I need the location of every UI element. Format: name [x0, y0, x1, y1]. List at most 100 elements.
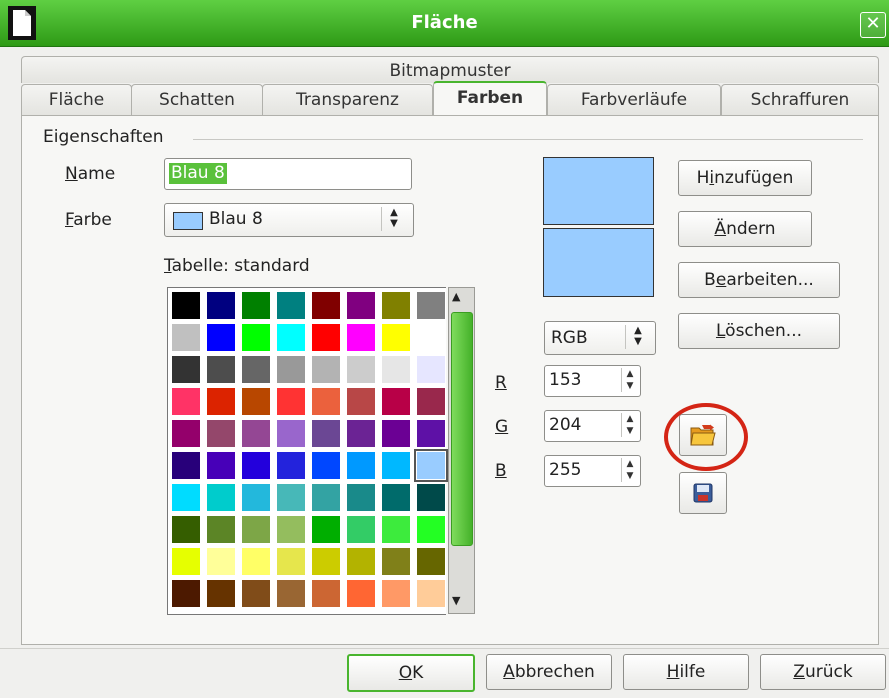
color-swatch[interactable] — [382, 324, 410, 351]
color-swatch[interactable] — [172, 548, 200, 575]
color-swatch[interactable] — [382, 484, 410, 511]
color-swatch[interactable] — [312, 324, 340, 351]
color-swatch[interactable] — [312, 484, 340, 511]
color-swatch[interactable] — [172, 452, 200, 479]
color-swatch[interactable] — [242, 324, 270, 351]
color-swatch[interactable] — [347, 452, 375, 479]
color-select[interactable]: Blau 8 ▲ ▼ — [164, 203, 414, 237]
color-swatch[interactable] — [417, 420, 445, 447]
color-swatch[interactable] — [277, 516, 305, 543]
color-swatch[interactable] — [382, 516, 410, 543]
color-swatch[interactable] — [242, 580, 270, 607]
spin-arrows-icon[interactable]: ▲ ▼ — [621, 368, 638, 392]
color-swatch[interactable] — [172, 324, 200, 351]
color-swatch[interactable] — [277, 452, 305, 479]
color-swatch[interactable] — [347, 324, 375, 351]
edit-button[interactable]: Bearbeiten... — [678, 262, 840, 298]
color-swatch[interactable] — [417, 516, 445, 543]
color-swatch[interactable] — [312, 388, 340, 415]
color-swatch[interactable] — [277, 548, 305, 575]
color-swatch[interactable] — [277, 484, 305, 511]
ok-button[interactable]: OK — [347, 654, 475, 692]
color-swatch[interactable] — [172, 292, 200, 319]
tab-schatten[interactable]: Schatten — [131, 84, 263, 115]
color-swatch[interactable] — [277, 580, 305, 607]
tab-flaeche[interactable]: Fläche — [21, 84, 132, 115]
color-swatch[interactable] — [242, 548, 270, 575]
color-swatch[interactable] — [172, 580, 200, 607]
scrollbar-thumb[interactable] — [451, 312, 473, 546]
color-swatch[interactable] — [417, 324, 445, 351]
color-swatch[interactable] — [417, 548, 445, 575]
spin-arrows-icon[interactable]: ▲ ▼ — [621, 413, 638, 437]
color-swatch[interactable] — [382, 356, 410, 383]
color-swatch[interactable] — [207, 548, 235, 575]
color-swatch[interactable] — [347, 548, 375, 575]
tab-transparenz[interactable]: Transparenz — [262, 84, 433, 115]
add-button[interactable]: Hinzufügen — [678, 160, 812, 196]
color-swatch[interactable] — [347, 356, 375, 383]
color-swatch[interactable] — [414, 449, 448, 482]
color-swatch[interactable] — [207, 516, 235, 543]
color-swatch[interactable] — [242, 356, 270, 383]
color-swatch[interactable] — [277, 292, 305, 319]
color-swatch[interactable] — [277, 356, 305, 383]
color-swatch[interactable] — [382, 420, 410, 447]
color-swatch[interactable] — [207, 388, 235, 415]
cancel-button[interactable]: Abbrechen — [486, 654, 612, 690]
color-swatch[interactable] — [207, 292, 235, 319]
color-swatch[interactable] — [417, 292, 445, 319]
close-button[interactable]: ✕ — [860, 12, 886, 38]
color-swatch[interactable] — [312, 516, 340, 543]
color-swatch[interactable] — [417, 484, 445, 511]
color-swatch[interactable] — [277, 420, 305, 447]
color-swatch[interactable] — [172, 356, 200, 383]
color-swatch[interactable] — [207, 484, 235, 511]
color-model-select[interactable]: RGB ▲ ▼ — [544, 321, 656, 355]
color-swatch[interactable] — [347, 388, 375, 415]
color-swatch[interactable] — [347, 516, 375, 543]
color-swatch[interactable] — [312, 580, 340, 607]
help-button[interactable]: Hilfe — [623, 654, 749, 690]
save-color-table-button[interactable] — [679, 472, 727, 514]
color-swatch[interactable] — [417, 580, 445, 607]
tab-bitmapmuster[interactable]: Bitmapmuster — [21, 56, 879, 83]
color-swatch[interactable] — [382, 388, 410, 415]
color-swatch[interactable] — [277, 388, 305, 415]
color-swatch[interactable] — [312, 420, 340, 447]
color-swatch[interactable] — [172, 420, 200, 447]
reset-button[interactable]: Zurück — [760, 654, 886, 690]
color-swatch[interactable] — [242, 452, 270, 479]
color-swatch[interactable] — [312, 292, 340, 319]
modify-button[interactable]: Ändern — [678, 211, 812, 247]
g-spin-field[interactable]: 204 ▲ ▼ — [544, 410, 641, 442]
tab-schraffuren[interactable]: Schraffuren — [721, 84, 879, 115]
color-swatch[interactable] — [347, 420, 375, 447]
color-swatch[interactable] — [207, 356, 235, 383]
color-swatch[interactable] — [242, 388, 270, 415]
color-swatch[interactable] — [417, 388, 445, 415]
b-spin-field[interactable]: 255 ▲ ▼ — [544, 455, 641, 487]
scroll-down-icon[interactable]: ▼ — [452, 594, 460, 607]
spin-arrows-icon[interactable]: ▲ ▼ — [621, 458, 638, 482]
color-table[interactable] — [167, 287, 448, 615]
name-input[interactable]: Blau 8 — [164, 158, 412, 190]
color-swatch[interactable] — [242, 516, 270, 543]
color-swatch[interactable] — [172, 516, 200, 543]
color-swatch[interactable] — [382, 580, 410, 607]
color-swatch[interactable] — [207, 452, 235, 479]
color-swatch[interactable] — [172, 388, 200, 415]
color-swatch[interactable] — [347, 292, 375, 319]
color-swatch[interactable] — [382, 452, 410, 479]
r-spin-field[interactable]: 153 ▲ ▼ — [544, 365, 641, 397]
color-swatch[interactable] — [277, 324, 305, 351]
color-swatch[interactable] — [312, 452, 340, 479]
color-swatch[interactable] — [207, 324, 235, 351]
color-swatch[interactable] — [207, 580, 235, 607]
color-swatch[interactable] — [312, 356, 340, 383]
color-swatch[interactable] — [242, 292, 270, 319]
color-swatch[interactable] — [242, 484, 270, 511]
color-swatch[interactable] — [172, 484, 200, 511]
tab-farbverlaeufe[interactable]: Farbverläufe — [547, 84, 721, 115]
color-swatch[interactable] — [347, 484, 375, 511]
